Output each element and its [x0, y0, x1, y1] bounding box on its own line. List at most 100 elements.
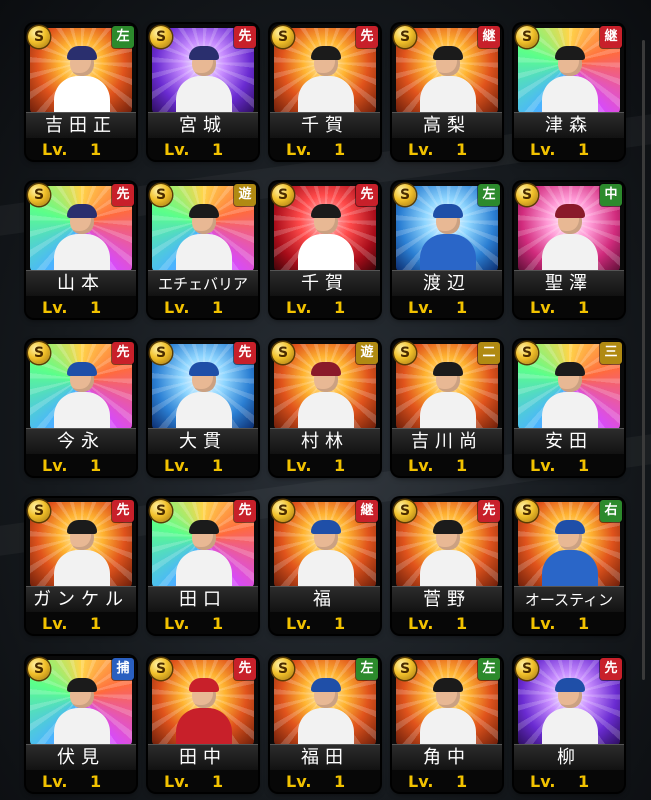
- coin-badge-icon: S: [28, 658, 50, 680]
- player-name: 山本: [26, 270, 136, 297]
- coin-badge-icon: S: [516, 342, 538, 364]
- position-badge: 遊: [356, 342, 378, 364]
- level-value: 1: [90, 614, 102, 633]
- player-card[interactable]: S 右オースティン Lv. 1: [514, 498, 624, 634]
- level-bar: Lv. 1: [148, 770, 258, 792]
- player-card[interactable]: S 先今永 Lv. 1: [26, 340, 136, 476]
- player-card[interactable]: S 先田中 Lv. 1: [148, 656, 258, 792]
- level-label: Lv.: [286, 772, 312, 791]
- player-figure: [174, 518, 234, 588]
- coin-badge-icon: S: [28, 184, 50, 206]
- player-card[interactable]: S 継高梨 Lv. 1: [392, 24, 502, 160]
- coin-badge-icon: S: [28, 342, 50, 364]
- level-label: Lv.: [42, 140, 68, 159]
- level-bar: Lv. 1: [514, 770, 624, 792]
- level-bar: Lv. 1: [514, 612, 624, 634]
- level-label: Lv.: [286, 298, 312, 317]
- player-card[interactable]: S 中聖澤 Lv. 1: [514, 182, 624, 318]
- player-figure: [296, 518, 356, 588]
- position-badge: 先: [600, 658, 622, 680]
- player-card[interactable]: S 三安田 Lv. 1: [514, 340, 624, 476]
- player-figure: [418, 518, 478, 588]
- player-card[interactable]: S 継福 Lv. 1: [270, 498, 380, 634]
- position-badge: 二: [478, 342, 500, 364]
- level-value: 1: [212, 456, 224, 475]
- level-value: 1: [456, 614, 468, 633]
- player-card[interactable]: S 先千賀 Lv. 1: [270, 182, 380, 318]
- level-value: 1: [90, 140, 102, 159]
- player-card[interactable]: S 先宮城 Lv. 1: [148, 24, 258, 160]
- level-label: Lv.: [164, 614, 190, 633]
- player-name: 大貫: [148, 428, 258, 455]
- level-label: Lv.: [530, 614, 556, 633]
- coin-badge-icon: S: [394, 500, 416, 522]
- player-card[interactable]: S 先千賀 Lv. 1: [270, 24, 380, 160]
- player-name: 福: [270, 586, 380, 613]
- coin-badge-icon: S: [28, 26, 50, 48]
- scrollbar[interactable]: [642, 40, 645, 680]
- player-card[interactable]: S 二吉川尚 Lv. 1: [392, 340, 502, 476]
- player-name: 菅野: [392, 586, 502, 613]
- player-name: エチェバリア: [148, 270, 258, 297]
- player-card[interactable]: S 左渡辺 Lv. 1: [392, 182, 502, 318]
- position-badge: 先: [234, 342, 256, 364]
- player-figure: [52, 676, 112, 746]
- level-bar: Lv. 1: [514, 138, 624, 160]
- position-badge: 遊: [234, 184, 256, 206]
- level-value: 1: [578, 298, 590, 317]
- player-card[interactable]: S 先田口 Lv. 1: [148, 498, 258, 634]
- level-label: Lv.: [164, 298, 190, 317]
- player-card[interactable]: S 先ガンケル Lv. 1: [26, 498, 136, 634]
- player-card[interactable]: S 左角中 Lv. 1: [392, 656, 502, 792]
- level-value: 1: [456, 456, 468, 475]
- player-card[interactable]: S 継津森 Lv. 1: [514, 24, 624, 160]
- level-label: Lv.: [530, 298, 556, 317]
- level-value: 1: [334, 140, 346, 159]
- position-badge: 先: [356, 26, 378, 48]
- player-card[interactable]: S 捕伏見 Lv. 1: [26, 656, 136, 792]
- position-badge: 中: [600, 184, 622, 206]
- player-name: 千賀: [270, 270, 380, 297]
- player-name: オースティン: [514, 586, 624, 613]
- player-card[interactable]: S 遊エチェバリア Lv. 1: [148, 182, 258, 318]
- player-card[interactable]: S 先大貫 Lv. 1: [148, 340, 258, 476]
- level-label: Lv.: [408, 140, 434, 159]
- coin-badge-icon: S: [272, 658, 294, 680]
- position-badge: 先: [478, 500, 500, 522]
- player-figure: [174, 676, 234, 746]
- level-bar: Lv. 1: [26, 296, 136, 318]
- level-label: Lv.: [42, 298, 68, 317]
- player-name: 高梨: [392, 112, 502, 139]
- player-card[interactable]: S 左吉田正 Lv. 1: [26, 24, 136, 160]
- coin-badge-icon: S: [150, 500, 172, 522]
- coin-badge-icon: S: [28, 500, 50, 522]
- player-figure: [52, 202, 112, 272]
- player-figure: [418, 676, 478, 746]
- position-badge: 左: [478, 184, 500, 206]
- level-bar: Lv. 1: [514, 454, 624, 476]
- level-value: 1: [212, 298, 224, 317]
- player-figure: [296, 44, 356, 114]
- coin-badge-icon: S: [394, 26, 416, 48]
- player-figure: [418, 44, 478, 114]
- level-value: 1: [334, 772, 346, 791]
- player-card[interactable]: S 先柳 Lv. 1: [514, 656, 624, 792]
- player-card[interactable]: S 先菅野 Lv. 1: [392, 498, 502, 634]
- player-figure: [174, 44, 234, 114]
- level-bar: Lv. 1: [392, 454, 502, 476]
- level-label: Lv.: [286, 456, 312, 475]
- coin-badge-icon: S: [516, 500, 538, 522]
- player-card[interactable]: S 左福田 Lv. 1: [270, 656, 380, 792]
- player-name: 田口: [148, 586, 258, 613]
- level-bar: Lv. 1: [148, 296, 258, 318]
- level-bar: Lv. 1: [26, 454, 136, 476]
- coin-badge-icon: S: [150, 658, 172, 680]
- player-card[interactable]: S 遊村林 Lv. 1: [270, 340, 380, 476]
- level-label: Lv.: [42, 614, 68, 633]
- level-bar: Lv. 1: [26, 770, 136, 792]
- level-label: Lv.: [408, 456, 434, 475]
- position-badge: 左: [356, 658, 378, 680]
- player-card[interactable]: S 先山本 Lv. 1: [26, 182, 136, 318]
- level-value: 1: [90, 298, 102, 317]
- player-figure: [174, 202, 234, 272]
